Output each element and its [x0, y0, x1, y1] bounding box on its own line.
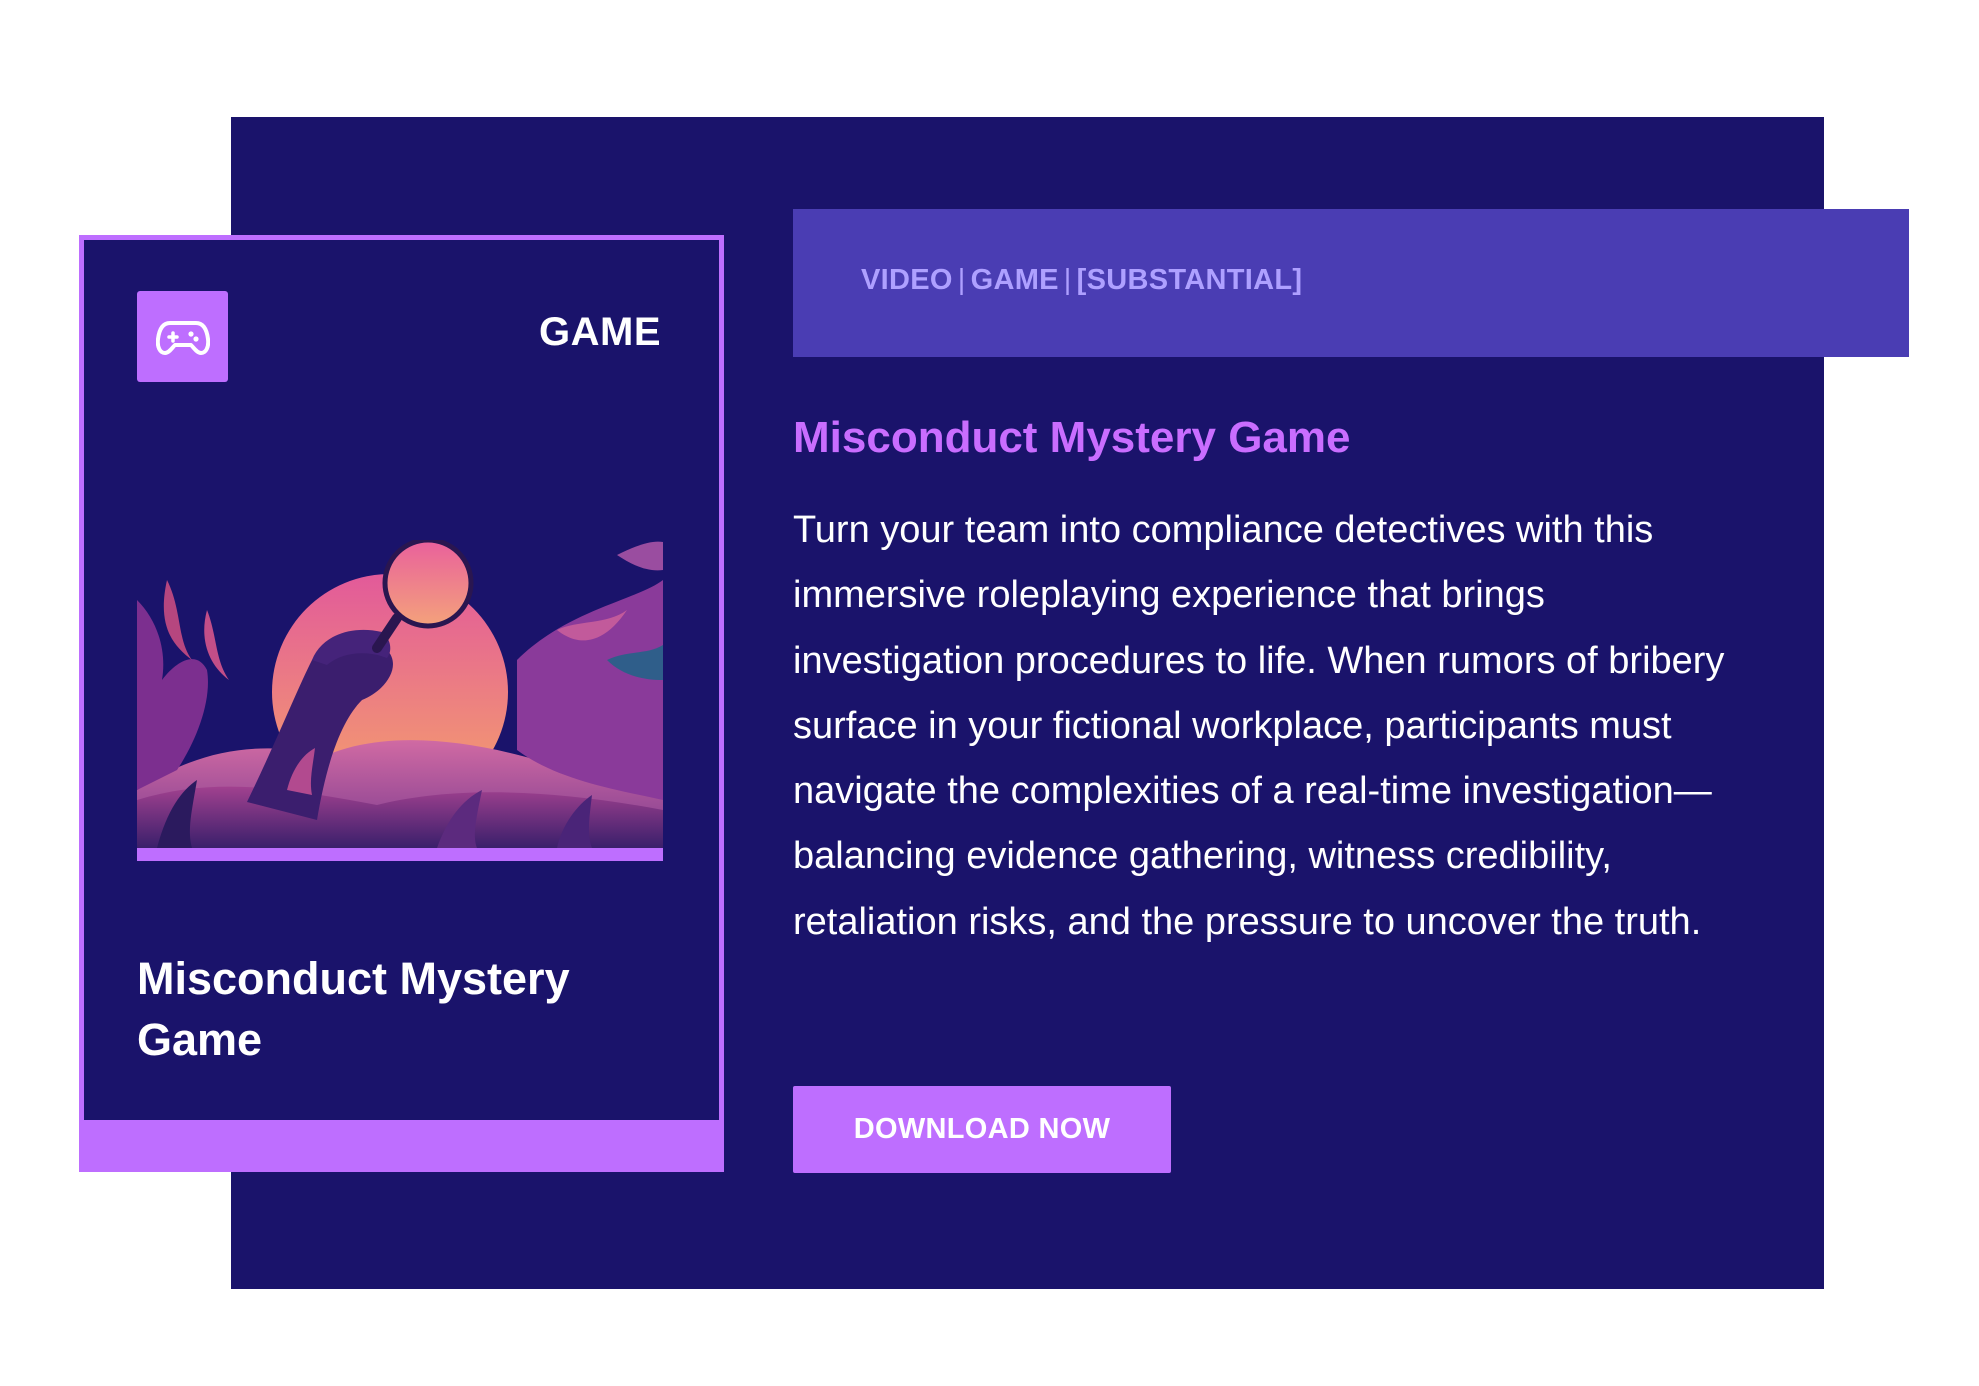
- card-illustration-bar: [137, 848, 663, 861]
- content-description: Turn your team into compliance detective…: [793, 509, 1725, 943]
- tag-separator: |: [1063, 264, 1072, 296]
- content-title: Misconduct Mystery Game: [793, 413, 1351, 462]
- card-title: Misconduct Mystery Game: [137, 953, 570, 1065]
- product-card[interactable]: GAME Misconduct Mystery Game: [79, 235, 724, 1125]
- card-illustration: [137, 540, 663, 848]
- card-type-label: GAME: [539, 310, 661, 354]
- download-button[interactable]: DOWNLOAD NOW: [793, 1086, 1171, 1173]
- tag-separator: |: [957, 264, 966, 296]
- gamepad-icon: [155, 320, 210, 355]
- tag-list: VIDEO | GAME | [SUBSTANTIAL]: [861, 264, 1302, 297]
- magnifying-glass-illustration: [137, 540, 663, 848]
- card-icon-badge: [137, 291, 228, 382]
- tag-substantial: [SUBSTANTIAL]: [1076, 264, 1303, 296]
- tag-game: GAME: [970, 264, 1059, 296]
- tag-banner: VIDEO | GAME | [SUBSTANTIAL]: [793, 209, 1909, 357]
- tag-video: VIDEO: [861, 264, 953, 296]
